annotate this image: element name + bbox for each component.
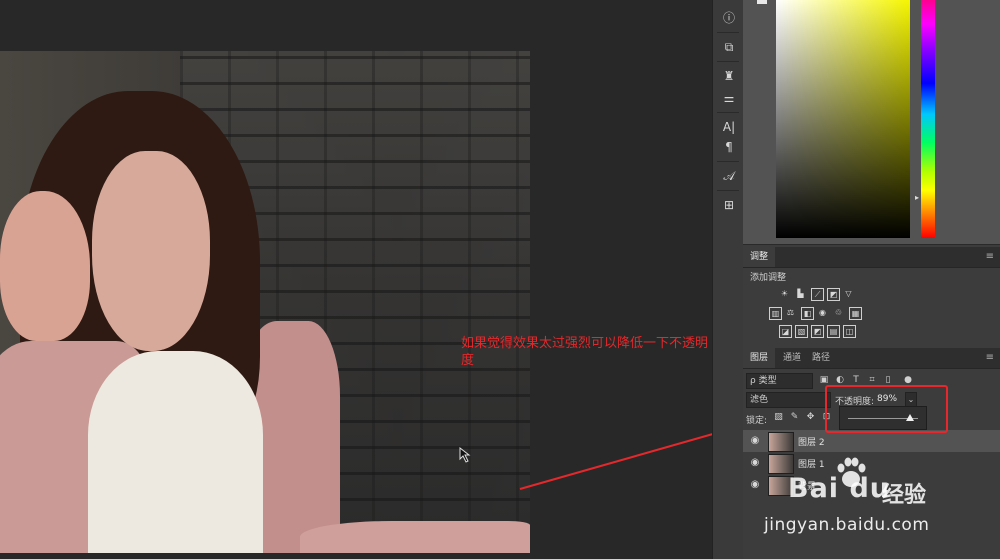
paragraph-icon[interactable]: ¶ bbox=[719, 137, 739, 157]
color-lookup-icon[interactable]: ▦ bbox=[849, 307, 862, 320]
canvas-area[interactable]: 如果觉得效果太过强烈可以降低一下不透明度 bbox=[0, 0, 712, 559]
channel-mixer-icon[interactable]: ♲ bbox=[833, 307, 844, 318]
mouse-cursor-icon bbox=[459, 447, 471, 463]
blend-mode-select[interactable]: 滤色 bbox=[746, 392, 831, 408]
photo-hand bbox=[0, 191, 90, 341]
black-white-icon[interactable]: ◧ bbox=[801, 307, 814, 320]
photo-sweater bbox=[88, 351, 263, 553]
layer-row[interactable]: ◉ 图层 2 bbox=[743, 430, 1000, 452]
tab-layers[interactable]: 图层 bbox=[743, 348, 776, 368]
visibility-eye-icon[interactable]: ◉ bbox=[749, 435, 761, 447]
document-photo[interactable] bbox=[0, 51, 530, 553]
hue-marker-icon[interactable]: ▸ bbox=[915, 193, 919, 202]
tutorial-annotation: 如果觉得效果太过强烈可以降低一下不透明度 bbox=[461, 336, 709, 368]
brightness-contrast-icon[interactable]: ☀ bbox=[779, 288, 790, 299]
info-icon[interactable]: ⓘ bbox=[719, 8, 739, 28]
gradient-map-icon[interactable]: ▤ bbox=[827, 325, 840, 338]
layers-menu-icon[interactable]: ≡ bbox=[986, 348, 994, 368]
brush-presets-icon[interactable]: ♜ bbox=[719, 66, 739, 86]
watermark-brand: Bai du bbox=[788, 473, 891, 504]
lock-label: 锁定: bbox=[746, 416, 768, 426]
lock-position-icon[interactable]: ✥ bbox=[805, 412, 816, 423]
foreground-swatch[interactable] bbox=[757, 0, 767, 4]
selective-color-icon[interactable]: ◫ bbox=[843, 325, 856, 338]
tab-channels[interactable]: 通道 bbox=[776, 348, 808, 368]
character-icon[interactable]: A| bbox=[719, 117, 739, 137]
photo-filter-icon[interactable]: ◉ bbox=[817, 307, 828, 318]
color-picker-panel: ▸ bbox=[743, 0, 1000, 245]
glyphs-icon[interactable]: 𝒜 bbox=[719, 166, 739, 186]
color-balance-icon[interactable]: ⚖ bbox=[785, 307, 796, 318]
adjustments-header: 调整 ≡ bbox=[743, 247, 1000, 268]
adjustments-menu-icon[interactable]: ≡ bbox=[986, 247, 994, 267]
photo-face bbox=[92, 151, 210, 351]
watermark-url: jingyan.baidu.com bbox=[764, 515, 930, 535]
layer-filter-select[interactable]: ρ 类型 bbox=[746, 373, 813, 389]
exposure-icon[interactable]: ◩ bbox=[827, 288, 840, 301]
properties-icon[interactable]: ⚌ bbox=[719, 88, 739, 108]
levels-icon[interactable]: ▙ bbox=[795, 288, 806, 299]
curves-icon[interactable]: ⟋ bbox=[811, 288, 824, 301]
invert-icon[interactable]: ◪ bbox=[779, 325, 792, 338]
posterize-icon[interactable]: ▧ bbox=[795, 325, 808, 338]
layers-header: 图层 通道 路径 ≡ bbox=[743, 348, 1000, 369]
hue-slider[interactable] bbox=[921, 0, 935, 238]
tool-presets-icon[interactable]: ⊞ bbox=[719, 195, 739, 215]
lock-pixels-icon[interactable]: ✎ bbox=[789, 412, 800, 423]
vibrance-icon[interactable]: ▽ bbox=[843, 288, 854, 299]
baidu-jingyan-watermark: Bai du 经验 jingyan.baidu.com bbox=[760, 455, 1000, 559]
threshold-icon[interactable]: ◩ bbox=[811, 325, 824, 338]
annotation-highlight-box bbox=[825, 385, 948, 433]
color-field[interactable] bbox=[776, 0, 910, 238]
layer-name[interactable]: 图层 2 bbox=[798, 435, 825, 448]
tab-paths[interactable]: 路径 bbox=[805, 348, 837, 368]
tab-adjustments[interactable]: 调整 bbox=[743, 247, 776, 267]
adjustments-add-label: 添加调整 bbox=[750, 273, 787, 283]
photo-sleeve bbox=[300, 521, 530, 553]
layer-thumbnail bbox=[768, 432, 794, 452]
adjustments-panel: 调整 ≡ 添加调整 ☀ ▙ ⟋ ◩ ▽ ▥ ⚖ ◧ ◉ ♲ ▦ ◪ ▧ ◩ ▤ … bbox=[743, 247, 1000, 344]
panel-dock: ⓘ ⧉ ♜ ⚌ A| ¶ 𝒜 ⊞ bbox=[712, 0, 744, 559]
clone-source-icon[interactable]: ⧉ bbox=[719, 37, 739, 57]
hue-saturation-icon[interactable]: ▥ bbox=[769, 307, 782, 320]
lock-transparency-icon[interactable]: ▨ bbox=[773, 412, 784, 423]
watermark-brand-cn: 经验 bbox=[882, 483, 927, 508]
